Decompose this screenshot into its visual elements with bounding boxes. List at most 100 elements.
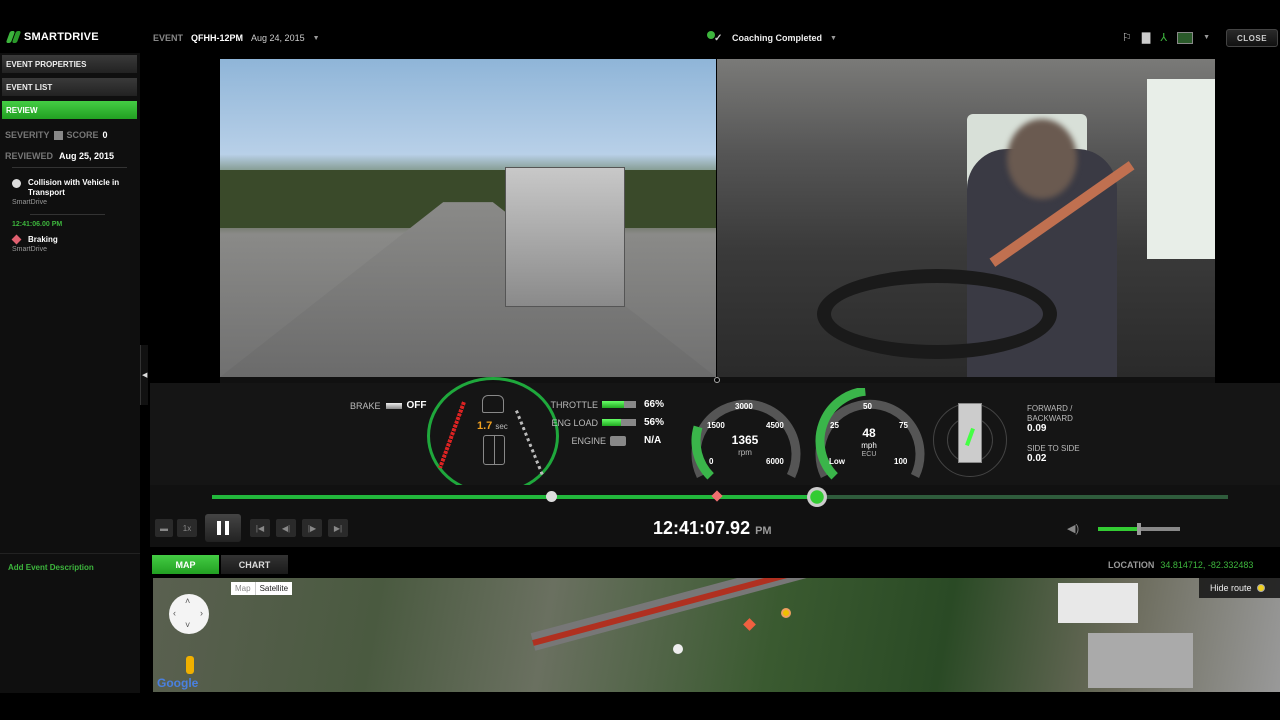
rpm-tick: 4500 [766,421,784,430]
left-lane-marker [438,401,466,469]
brake-label: BRAKE [350,400,381,411]
sidebar-collapse-handle[interactable]: ◀ [140,345,148,405]
current-position-marker[interactable] [781,608,791,618]
chevron-down-icon[interactable]: ▼ [830,35,837,42]
map-type-map[interactable]: Map [231,582,256,595]
chevron-down-icon[interactable]: ▼ [1203,34,1210,41]
event-selector[interactable]: EVENT QFHH-12PM Aug 24, 2015 ▼ [153,33,320,43]
braking-map-marker[interactable] [743,618,756,631]
step-back-button[interactable]: ◀| [276,519,296,537]
tab-chart[interactable]: CHART [221,555,288,574]
collision-marker[interactable] [546,491,558,502]
pan-control[interactable]: ˄ ‹ › ˅ [169,594,209,634]
volume-slider[interactable] [1098,523,1180,535]
following-distance-widget: 1.7 sec [427,377,559,495]
severity-row: SEVERITY SCORE 0 [5,130,108,140]
sidebar-item-event-properties[interactable]: EVENT PROPERTIES [2,55,137,73]
speed-gauge: Low 25 50 75 100 48 mph ECU [810,388,925,480]
following-distance-value: 1.7 sec [477,420,508,432]
step-back-icon: ◀| [281,523,291,533]
score-label: SCORE [66,130,99,140]
location-readout: LOCATION 34.814712, -82.332483 [1108,560,1253,570]
add-event-description-link[interactable]: Add Event Description [8,563,94,572]
toolbar: ⚐ ▇ ⅄ ▼ [1122,31,1210,44]
cab-camera-video[interactable] [717,59,1215,377]
volume-icon[interactable]: ◀) [1067,522,1079,535]
street-view-pegman-icon[interactable] [186,656,194,674]
skip-to-end-button[interactable]: ▶| [328,519,348,537]
event-list-item[interactable]: Braking SmartDrive [11,234,132,253]
location-label: LOCATION [1108,560,1155,570]
throttle-metric: THROTTLE 66% [550,399,664,410]
comment-icon: ▬ [160,523,168,533]
sidebar: EVENT PROPERTIES EVENT LIST REVIEW SEVER… [0,53,140,693]
pan-right-icon[interactable]: › [200,608,203,618]
eng-load-value: 56% [644,417,665,428]
sidebar-item-event-list[interactable]: EVENT LIST [2,78,137,96]
brake-indicator: BRAKE OFF [350,400,427,411]
google-logo: Google [157,676,199,690]
pdf-icon[interactable]: ⅄ [1160,31,1167,44]
event-date: Aug 24, 2015 [251,33,305,43]
score-value: 0 [102,130,108,140]
hide-route-button[interactable]: Hide route [1199,578,1280,598]
collision-map-marker[interactable] [673,644,683,654]
chevron-left-icon: ◀ [142,372,148,379]
video-export-icon[interactable] [1177,31,1194,44]
throttle-value: 66% [644,399,665,410]
step-forward-button[interactable]: |▶ [302,519,322,537]
collision-circle-icon [12,179,21,188]
rpm-tick: 1500 [707,421,725,430]
reviewed-label: REVIEWED [5,151,54,161]
skip-to-start-button[interactable]: |◀ [250,519,270,537]
event-time: 12:41:06.00 PM [12,221,63,228]
eng-load-label: ENG LOAD [551,417,598,428]
severity-indicator[interactable] [53,130,63,140]
coach-check-icon [706,31,724,45]
divider [0,553,140,554]
map-type-satellite[interactable]: Satellite [256,582,292,595]
timeline-scrubber[interactable] [150,485,1280,509]
tab-map[interactable]: MAP [152,555,219,574]
rpm-tick: 0 [709,457,714,466]
map-type-toggle: Map Satellite [231,582,293,595]
document-icon[interactable]: ▇ [1142,31,1150,44]
throttle-label: THROTTLE [550,399,598,410]
event-title: Collision with Vehicle in Transport [28,178,120,197]
pan-down-icon[interactable]: ˅ [185,620,190,630]
pan-left-icon[interactable]: ‹ [173,608,176,618]
playhead-handle[interactable] [806,487,827,507]
speed-tick: Low [829,457,845,466]
forward-camera-video[interactable] [220,59,716,377]
route-toggle-icon [1256,584,1265,592]
divider [30,214,105,215]
coaching-status-dropdown[interactable]: Coaching Completed ▼ [706,31,837,45]
speed-value: 48 [862,426,876,440]
top-bar: SMARTDRIVE EVENT QFHH-12PM Aug 24, 2015 … [0,25,1280,53]
severity-label: SEVERITY [5,130,50,140]
playback-speed-button[interactable]: 1x [177,519,197,537]
chevron-down-icon[interactable]: ▼ [313,35,320,42]
steering-wheel [817,269,1057,359]
forward-backward-value: 0.09 [1027,423,1047,434]
braking-marker[interactable] [711,490,723,502]
timeline-played [212,495,817,499]
rpm-tick: 6000 [766,457,784,466]
rpm-unit: rpm [738,448,752,457]
close-button[interactable]: CLOSE [1226,29,1278,47]
satellite-map[interactable]: Map Satellite ˄ ‹ › ˅ Google Hide route [153,578,1280,692]
volume-knob[interactable] [1137,523,1141,535]
comment-button[interactable]: ▬ [155,519,173,537]
pause-button[interactable] [205,514,241,542]
own-vehicle-icon [483,435,505,465]
right-lane-marker [514,409,545,477]
sidebar-item-review[interactable]: REVIEW [2,101,137,119]
speed-tick: 25 [830,421,839,430]
event-title: Braking [28,235,58,244]
event-list-item[interactable]: Collision with Vehicle in Transport Smar… [12,178,132,206]
engine-value: N/A [644,435,662,446]
speed-tick: 100 [894,457,908,466]
event-source: SmartDrive [12,199,48,206]
flag-icon[interactable]: ⚐ [1122,31,1132,44]
pan-up-icon[interactable]: ˄ [185,596,190,606]
